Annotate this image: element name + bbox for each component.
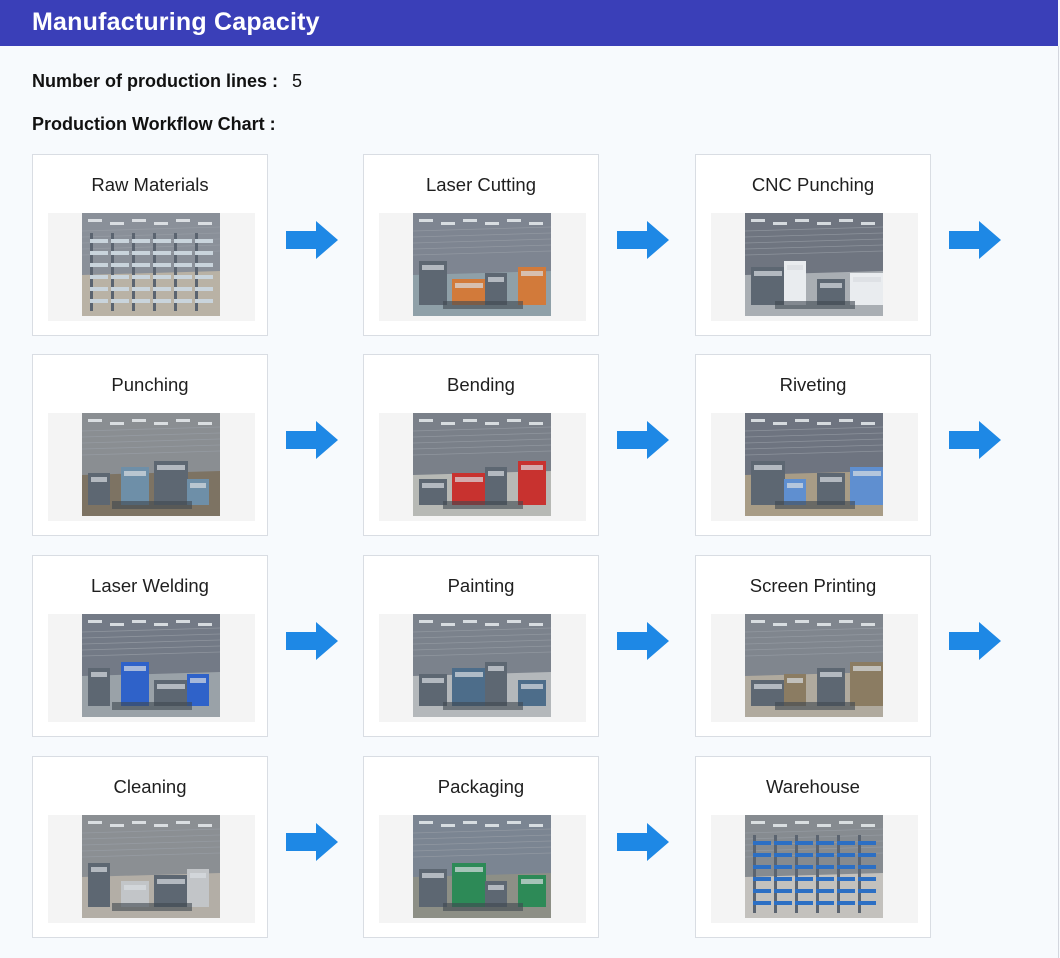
flow-arrow-right-icon	[949, 221, 1001, 259]
workflow-step-label: Riveting	[779, 374, 847, 395]
flow-arrow-right-icon	[286, 622, 338, 660]
workflow-step-card: Bending	[363, 354, 599, 536]
workflow-step-photo-frame	[48, 815, 255, 923]
finished-goods-racks-photo	[745, 815, 883, 918]
workflow-step-card: Warehouse	[695, 756, 931, 938]
workflow-step-photo-frame	[711, 213, 918, 321]
flow-arrow-right-icon	[949, 622, 1001, 660]
workflow-step-card: Packaging	[363, 756, 599, 938]
workflow-step-photo-frame	[379, 815, 586, 923]
workflow-step-card: Screen Printing	[695, 555, 931, 737]
workflow-step-photo-frame	[379, 413, 586, 521]
production-lines-row: Number of production lines : 5	[32, 71, 302, 92]
workflow-step-label: Punching	[111, 374, 189, 395]
workflow-step-label: Cleaning	[113, 776, 187, 797]
section-header: Manufacturing Capacity	[0, 0, 1058, 46]
workflow-step-label: Screen Printing	[749, 575, 877, 596]
workflow-step-photo-frame	[379, 213, 586, 321]
workflow-step-card: Punching	[32, 354, 268, 536]
workflow-step-photo-frame	[48, 413, 255, 521]
workflow-step-label: Raw Materials	[91, 174, 209, 195]
workflow-step-photo-frame	[711, 815, 918, 923]
cnc-punch-photo	[745, 213, 883, 316]
workflow-step-label: Packaging	[437, 776, 525, 797]
flow-arrow-right-icon	[286, 823, 338, 861]
workflow-step-card: Painting	[363, 555, 599, 737]
screen-print-oven-photo	[745, 614, 883, 717]
workflow-step-label: Laser Cutting	[425, 174, 537, 195]
section-title: Manufacturing Capacity	[32, 8, 320, 36]
paint-line-photo	[413, 614, 551, 717]
production-lines-label: Number of production lines :	[32, 71, 278, 91]
workflow-step-label: CNC Punching	[751, 174, 875, 195]
flow-arrow-right-icon	[286, 221, 338, 259]
frame-border	[1058, 46, 1059, 958]
flow-arrow-right-icon	[617, 622, 669, 660]
workflow-step-label: Warehouse	[766, 776, 860, 797]
press-brake-photo	[413, 413, 551, 516]
workflow-step-card: Riveting	[695, 354, 931, 536]
workflow-step-photo-frame	[48, 213, 255, 321]
cleaning-booth-photo	[82, 815, 220, 918]
flow-arrow-right-icon	[617, 421, 669, 459]
packaging-line-photo	[413, 815, 551, 918]
production-lines-value: 5	[292, 71, 303, 91]
welding-robot-photo	[82, 614, 220, 717]
flow-arrow-right-icon	[617, 221, 669, 259]
workflow-step-card: Cleaning	[32, 756, 268, 938]
workflow-chart-label: Production Workflow Chart :	[32, 114, 276, 134]
workflow-step-label: Painting	[447, 575, 515, 596]
punch-press-photo	[82, 413, 220, 516]
laser-cutter-photo	[413, 213, 551, 316]
workflow-step-card: Laser Welding	[32, 555, 268, 737]
flow-arrow-right-icon	[286, 421, 338, 459]
workflow-step-photo-frame	[711, 413, 918, 521]
flow-arrow-right-icon	[949, 421, 1001, 459]
workflow-step-card: Raw Materials	[32, 154, 268, 336]
workflow-step-label: Laser Welding	[91, 575, 209, 596]
workflow-step-photo-frame	[48, 614, 255, 722]
flow-arrow-right-icon	[617, 823, 669, 861]
warehouse-racks-photo	[82, 213, 220, 316]
workflow-step-photo-frame	[379, 614, 586, 722]
workflow-step-photo-frame	[711, 614, 918, 722]
riveting-station-photo	[745, 413, 883, 516]
workflow-step-label: Bending	[447, 374, 515, 395]
workflow-step-card: Laser Cutting	[363, 154, 599, 336]
workflow-step-card: CNC Punching	[695, 154, 931, 336]
